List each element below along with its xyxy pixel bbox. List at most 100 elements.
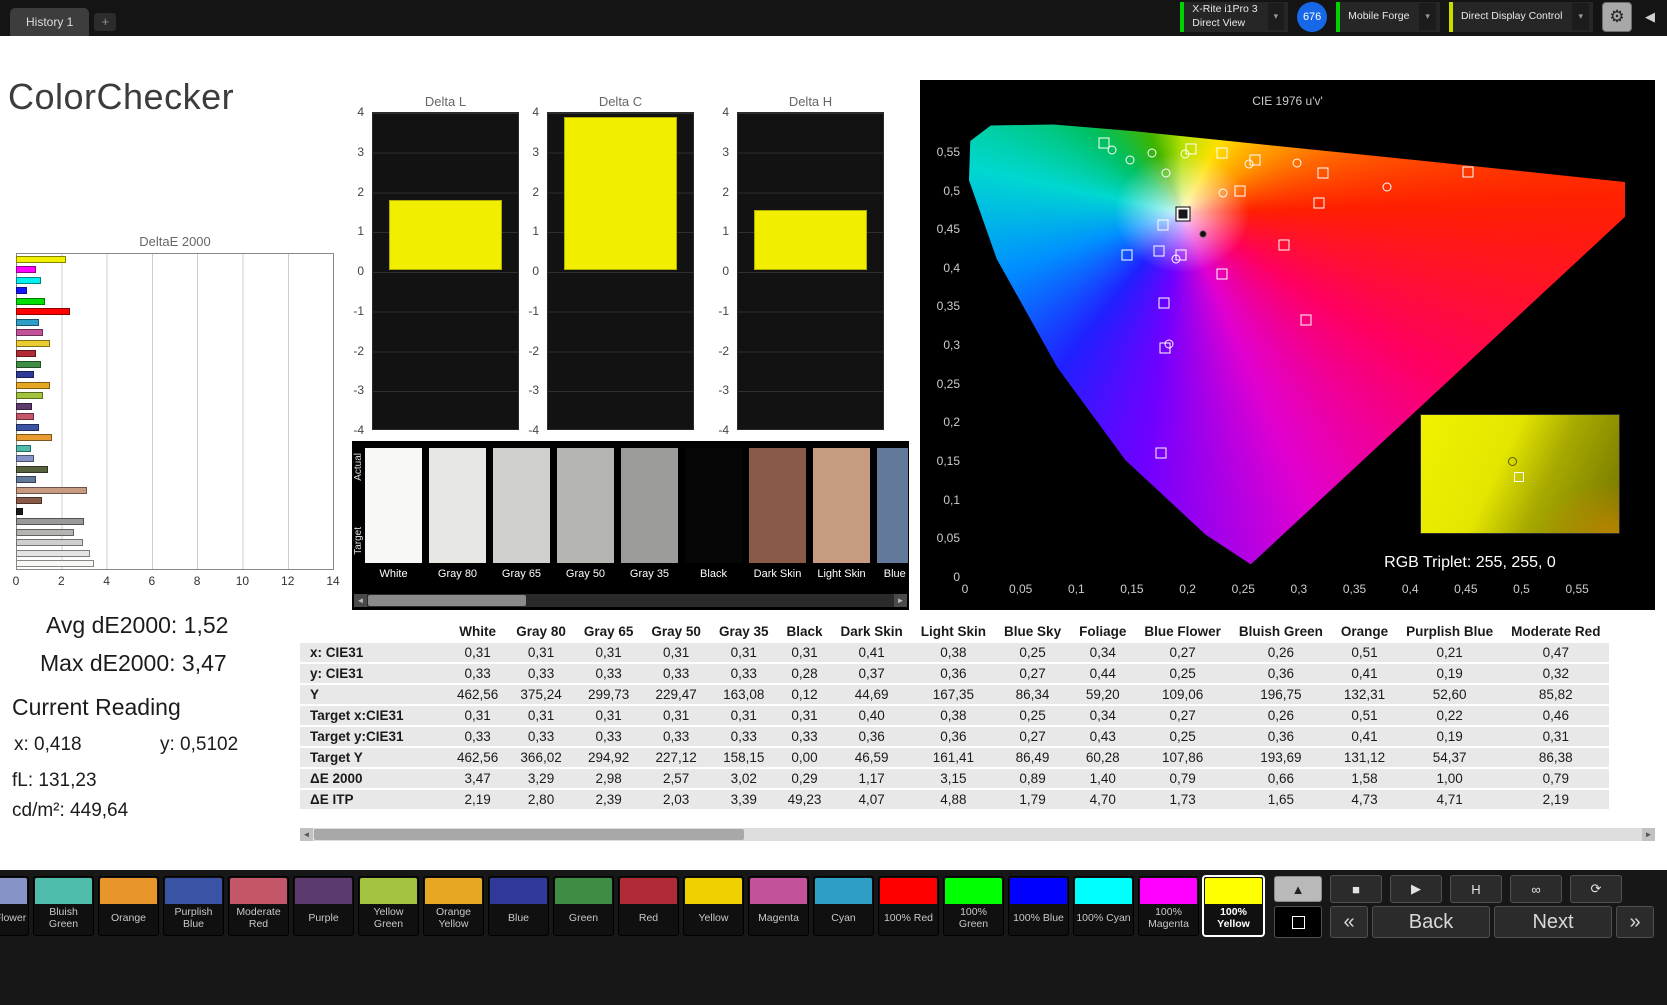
- swatch-scrollbar-thumb[interactable]: [368, 595, 526, 606]
- patch-button-yellow-green[interactable]: Yellow Green: [358, 876, 419, 936]
- deltae-bar-row-white: [16, 559, 332, 570]
- patch-button-100-cyan[interactable]: 100% Cyan: [1073, 876, 1134, 936]
- patch-button-yellow[interactable]: Yellow: [683, 876, 744, 936]
- table-cell: 0,31: [575, 643, 643, 662]
- swatch-gray-50: Gray 50: [557, 448, 614, 590]
- swatch-color: [877, 448, 908, 563]
- patch-button-100-red[interactable]: 100% Red: [878, 876, 939, 936]
- cie-marker-square: [1318, 167, 1329, 178]
- deltae-bar-100-blue: [16, 287, 27, 294]
- table-cell: 0,31: [777, 706, 831, 725]
- deltae-x-tick-label: 2: [58, 574, 65, 588]
- reading-count-badge: 676: [1297, 2, 1327, 32]
- patch-button-green[interactable]: Green: [553, 876, 614, 936]
- cie-y-tick-label: 0,4: [926, 261, 960, 275]
- deltae-x-tick-label: 4: [103, 574, 110, 588]
- last-pattern-button[interactable]: »: [1616, 906, 1654, 938]
- deltae-bar-gray-35: [16, 518, 84, 525]
- patch-color: [100, 878, 157, 904]
- patch-button-bluish-green[interactable]: Bluish Green: [33, 876, 94, 936]
- table-scrollbar-thumb[interactable]: [314, 829, 744, 840]
- table-cell: 0,41: [832, 643, 912, 662]
- swatch-color: [429, 448, 486, 563]
- deltae-bar-purple: [16, 403, 32, 410]
- cie-y-tick-label: 0,15: [926, 454, 960, 468]
- patch-button-100-magenta[interactable]: 100% Magenta: [1138, 876, 1199, 936]
- black-pattern-button[interactable]: [1274, 906, 1322, 938]
- swatch-color: [365, 448, 422, 563]
- collapse-panel-button[interactable]: ◀: [1641, 5, 1659, 29]
- toolbar-expand-button[interactable]: ▲: [1274, 876, 1322, 902]
- patch-button-cyan[interactable]: Cyan: [813, 876, 874, 936]
- cie-marker-square: [1217, 147, 1228, 158]
- table-scrollbar[interactable]: ◄ ►: [300, 828, 1655, 841]
- scroll-right-icon[interactable]: ►: [1642, 828, 1655, 841]
- table-column-header-dark-skin: Dark Skin: [832, 622, 912, 641]
- patch-button-blue-flower[interactable]: Blue Flower: [0, 876, 29, 936]
- deltae-bar-moderate-red: [16, 413, 34, 420]
- deltae-bar-row-gray-80: [16, 548, 332, 559]
- history-tab[interactable]: History 1: [10, 8, 89, 36]
- back-button[interactable]: Back: [1372, 906, 1490, 938]
- patch-label: Orange Yellow: [424, 905, 483, 935]
- patch-button-red[interactable]: Red: [618, 876, 679, 936]
- swatch-scrollbar[interactable]: ◄ ►: [354, 594, 907, 607]
- table-cell: 86,34: [995, 685, 1070, 704]
- add-tab-button[interactable]: +: [94, 13, 116, 31]
- table-cell: 131,12: [1332, 748, 1397, 767]
- patch-color: [815, 878, 872, 904]
- patch-button-orange[interactable]: Orange: [98, 876, 159, 936]
- play-button[interactable]: ▶: [1390, 875, 1442, 903]
- patch-button-purplish-blue[interactable]: Purplish Blue: [163, 876, 224, 936]
- stop-button[interactable]: ■: [1330, 875, 1382, 903]
- patch-color: [0, 878, 27, 904]
- patch-color: [945, 878, 1002, 904]
- chart-title-delta-h: Delta H: [737, 94, 884, 109]
- patch-button-blue[interactable]: Blue: [488, 876, 549, 936]
- y-tick-label: 2: [697, 185, 729, 199]
- continuous-read-button[interactable]: ∞: [1510, 875, 1562, 903]
- next-button[interactable]: Next: [1494, 906, 1612, 938]
- scroll-left-icon[interactable]: ◄: [300, 828, 313, 841]
- double-chevron-left-icon: «: [1343, 911, 1354, 934]
- patch-button-100-blue[interactable]: 100% Blue: [1008, 876, 1069, 936]
- y-tick-label: -1: [332, 304, 364, 318]
- table-cell: 0,31: [777, 643, 831, 662]
- table-row-label: Target x:CIE31: [300, 706, 448, 725]
- patch-button-moderate-red[interactable]: Moderate Red: [228, 876, 289, 936]
- scroll-right-icon[interactable]: ►: [894, 594, 907, 607]
- instrument-selector[interactable]: X-Rite i1Pro 3Direct View ▾: [1180, 2, 1288, 32]
- swatch-label: Black: [685, 568, 742, 580]
- settings-button[interactable]: ⚙: [1602, 2, 1632, 32]
- swatch-strip-panel: Actual Target WhiteGray 80Gray 65Gray 50…: [352, 441, 909, 610]
- patch-button-100-green[interactable]: 100% Green: [943, 876, 1004, 936]
- table-cell: 0,41: [1332, 727, 1397, 746]
- current-reading-heading: Current Reading: [12, 694, 181, 721]
- swatch-label: Gray 35: [621, 568, 678, 580]
- patch-label: Red: [619, 905, 678, 935]
- table-cell: 52,60: [1397, 685, 1502, 704]
- pattern-source-label: Mobile Forge: [1348, 10, 1409, 23]
- current-x-readout: x: 0,418: [14, 734, 82, 756]
- pattern-source-selector[interactable]: Mobile Forge ▾: [1336, 2, 1440, 32]
- chart-plot-delta-h: [737, 112, 884, 430]
- hold-pattern-button[interactable]: H: [1450, 875, 1502, 903]
- table-cell: 0,31: [448, 643, 507, 662]
- patch-button-100-yellow[interactable]: 100% Yellow: [1203, 876, 1264, 936]
- patch-button-purple[interactable]: Purple: [293, 876, 354, 936]
- cie-marker-circle: [1219, 188, 1228, 197]
- table-cell: 0,27: [1135, 706, 1230, 725]
- table-cell: 0,34: [1070, 643, 1135, 662]
- loop-button[interactable]: ⟳: [1570, 875, 1622, 903]
- chevron-down-icon: ▾: [1572, 3, 1589, 30]
- scroll-left-icon[interactable]: ◄: [354, 594, 367, 607]
- table-cell: 0,34: [1070, 706, 1135, 725]
- display-control-selector[interactable]: Direct Display Control ▾: [1449, 2, 1593, 32]
- max-de2000-readout: Max dE2000: 3,47: [40, 650, 227, 677]
- patch-button-orange-yellow[interactable]: Orange Yellow: [423, 876, 484, 936]
- patch-button-magenta[interactable]: Magenta: [748, 876, 809, 936]
- cie-marker-dot: [1200, 230, 1207, 237]
- table-cell: 0,51: [1332, 643, 1397, 662]
- table-cell: 0,33: [507, 727, 575, 746]
- first-pattern-button[interactable]: «: [1330, 906, 1368, 938]
